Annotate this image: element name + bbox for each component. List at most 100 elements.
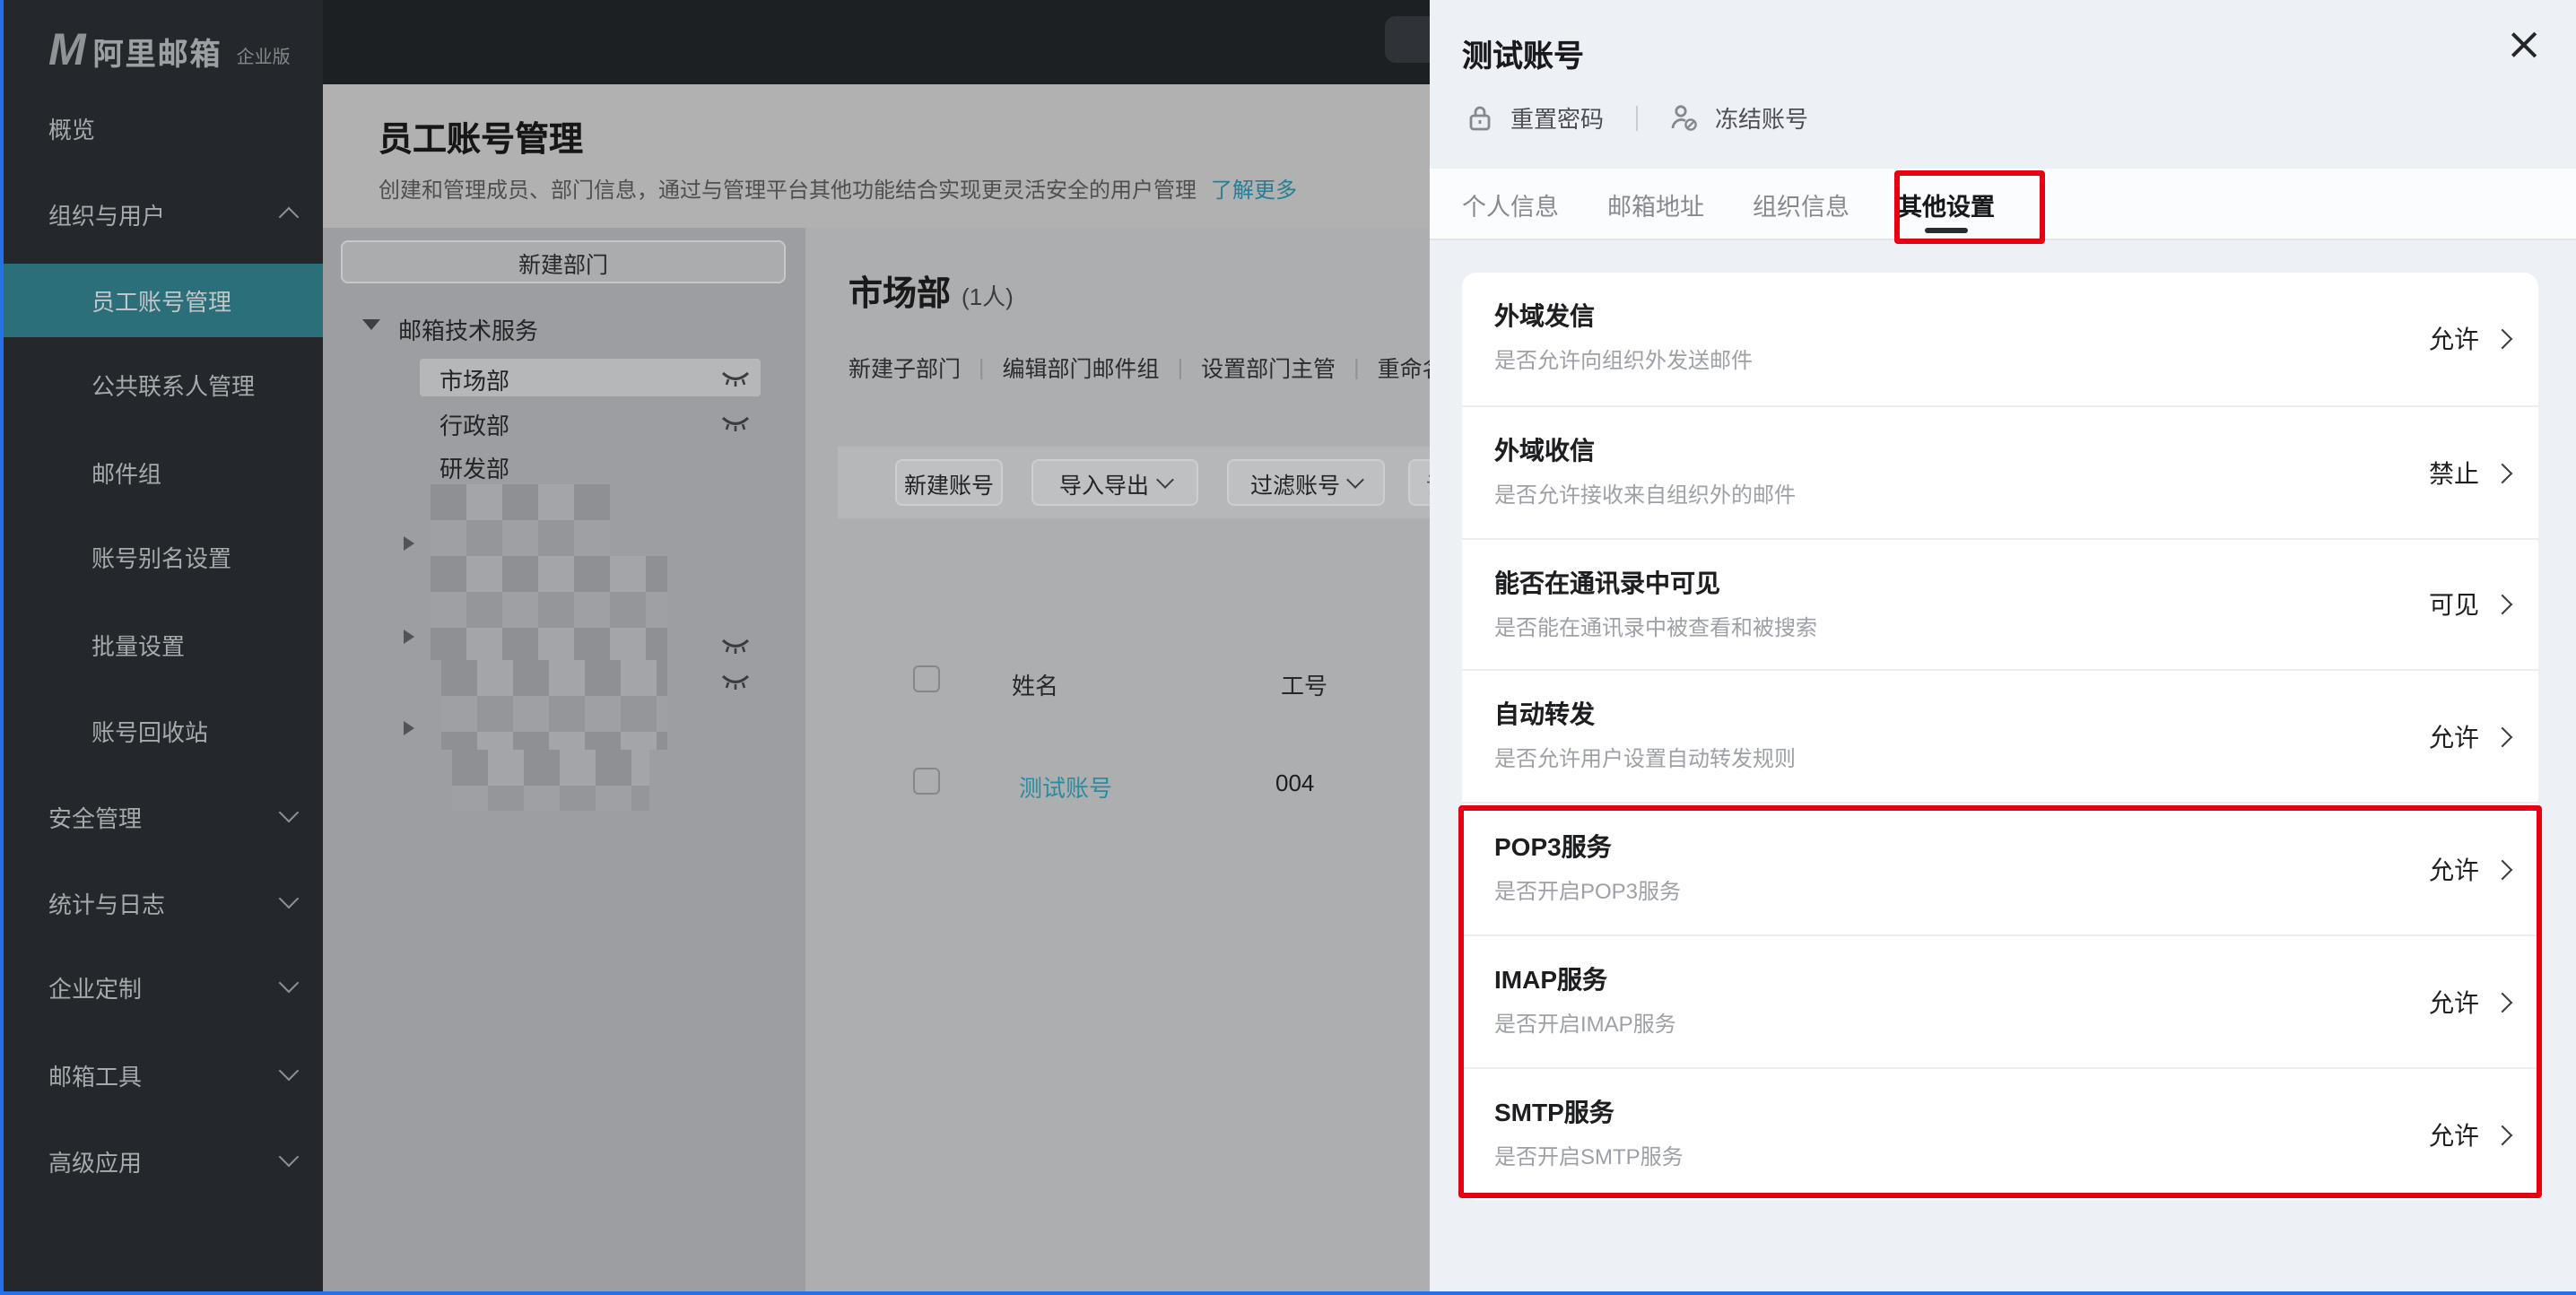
freeze-account-button[interactable]: 冻结账号 [1715, 100, 1808, 135]
page-title: 员工账号管理 [379, 113, 583, 161]
lock-icon [1467, 104, 1493, 131]
sidebar-item-overview[interactable]: 概览 [0, 95, 323, 160]
tree-node-admin[interactable]: 行政部 [439, 407, 509, 441]
account-name-link[interactable]: 测试账号 [1019, 769, 1112, 804]
separator: | [979, 354, 985, 379]
sidebar-item-batch-settings[interactable]: 批量设置 [0, 612, 323, 676]
page-subtitle-text: 创建和管理成员、部门信息，通过与管理平台其他功能结合实现更灵活安全的用户管理 [379, 178, 1197, 203]
chevron-down-icon [1346, 471, 1364, 489]
sidebar-item-label: 企业定制 [48, 969, 142, 1004]
department-detail: 市场部 (1人) 新建子部门 | 编辑部门邮件组 | 设置部门主管 | 重命名部门… [805, 228, 1430, 1295]
app-logo: M 阿里邮箱 企业版 [48, 29, 291, 74]
redacted-mosaic [431, 556, 667, 660]
department-title: 市场部 (1人) [849, 267, 1014, 316]
department-actions: 新建子部门 | 编辑部门邮件组 | 设置部门主管 | 重命名部门 [849, 350, 1430, 384]
import-export-button[interactable]: 导入导出 [1031, 459, 1198, 506]
main-content: 员工账号管理 创建和管理成员、部门信息，通过与管理平台其他功能结合实现更灵活安全… [323, 0, 1430, 1295]
row-checkbox[interactable] [913, 768, 940, 795]
tree-node-marketing[interactable]: 市场部 [439, 362, 509, 396]
sidebar-item-employee-accounts[interactable]: 员工账号管理 [0, 264, 323, 337]
tree-collapsed-icon[interactable] [404, 721, 414, 735]
sidebar-item-mail-groups[interactable]: 邮件组 [0, 439, 323, 504]
setting-value: 可见 [2429, 587, 2479, 623]
account-id-cell: 004 [1275, 769, 1314, 796]
setting-desc: 是否允许向组织外发送邮件 [1494, 344, 1753, 375]
sidebar-item-label: 统计与日志 [48, 885, 165, 919]
new-account-button[interactable]: 新建账号 [895, 459, 1003, 506]
setting-title: 外域发信 [1494, 298, 1595, 334]
setting-value-control[interactable]: 允许 [2429, 273, 2510, 405]
tree-node-rnd[interactable]: 研发部 [439, 450, 509, 484]
setting-value: 允许 [2429, 720, 2479, 756]
setting-title: 自动转发 [1494, 697, 1595, 733]
department-name: 市场部 [849, 276, 951, 314]
tree-collapsed-icon[interactable] [404, 536, 414, 551]
eye-closed-icon [721, 369, 750, 387]
redacted-mosaic [431, 484, 610, 556]
sidebar-item-label: 邮件组 [91, 455, 161, 489]
member-count: (1人) [962, 283, 1014, 310]
learn-more-link[interactable]: 了解更多 [1211, 178, 1297, 203]
sidebar-item-label: 员工账号管理 [91, 283, 231, 317]
setting-value-control[interactable]: 允许 [2429, 672, 2510, 804]
sidebar-item-enterprise-custom[interactable]: 企业定制 [0, 954, 323, 1019]
sidebar-item-security[interactable]: 安全管理 [0, 784, 323, 848]
setting-desc: 是否能在通讯录中被查看和被搜索 [1494, 611, 1817, 641]
chevron-down-icon [279, 803, 300, 823]
screen: M 阿里邮箱 企业版 概览 组织与用户 员工账号管理 公共联系人管理 邮件组 账… [0, 0, 2576, 1295]
tree-expand-icon[interactable] [362, 319, 380, 330]
setting-value: 允许 [2429, 321, 2479, 357]
set-dept-manager-link[interactable]: 设置部门主管 [1201, 350, 1336, 384]
chevron-down-icon [1155, 471, 1173, 489]
new-department-button[interactable]: 新建部门 [341, 240, 786, 283]
tab-label: 组织信息 [1753, 187, 1849, 222]
rename-dept-link[interactable]: 重命名部门 [1378, 350, 1430, 384]
chevron-right-icon [2493, 463, 2513, 483]
separator: | [1353, 354, 1360, 379]
main-topbar [323, 0, 1430, 84]
setting-row-external-receive[interactable]: 外域收信 是否允许接收来自组织外的邮件 禁止 [1462, 405, 2538, 540]
select-all-checkbox[interactable] [913, 665, 940, 692]
account-search-input[interactable]: 请 [1408, 459, 1430, 506]
tab-email-address[interactable]: 邮箱地址 [1607, 169, 1704, 240]
tab-personal-info[interactable]: 个人信息 [1462, 169, 1559, 240]
setting-desc: 是否允许用户设置自动转发规则 [1494, 743, 1796, 774]
reset-password-button[interactable]: 重置密码 [1510, 100, 1604, 135]
tab-label: 个人信息 [1462, 187, 1559, 222]
sidebar-item-alias-settings[interactable]: 账号别名设置 [0, 524, 323, 588]
setting-value: 禁止 [2429, 455, 2479, 491]
chevron-up-icon [279, 207, 300, 228]
edit-dept-mailgroup-link[interactable]: 编辑部门邮件组 [1003, 350, 1160, 384]
sidebar-item-org-users[interactable]: 组织与用户 [0, 181, 323, 246]
drawer-actions: 重置密码 冻结账号 [1467, 100, 1808, 135]
filter-account-button[interactable]: 过滤账号 [1227, 459, 1385, 506]
setting-row-auto-forward[interactable]: 自动转发 是否允许用户设置自动转发规则 允许 [1462, 670, 2538, 804]
filter-account-label: 过滤账号 [1250, 465, 1340, 500]
search-input[interactable] [1385, 16, 1430, 63]
page-header: 员工账号管理 创建和管理成员、部门信息，通过与管理平台其他功能结合实现更灵活安全… [323, 84, 1430, 228]
setting-value-control[interactable]: 禁止 [2429, 407, 2510, 540]
sidebar-item-public-contacts[interactable]: 公共联系人管理 [0, 352, 323, 416]
setting-value-control[interactable]: 可见 [2429, 539, 2510, 672]
sidebar-item-advanced-apps[interactable]: 高级应用 [0, 1128, 323, 1193]
sidebar-item-recycle-bin[interactable]: 账号回收站 [0, 698, 323, 762]
setting-row-external-send[interactable]: 外域发信 是否允许向组织外发送邮件 允许 [1462, 273, 2538, 405]
setting-row-directory-visible[interactable]: 能否在通讯录中可见 是否能在通讯录中被查看和被搜索 可见 [1462, 537, 2538, 672]
sidebar: M 阿里邮箱 企业版 概览 组织与用户 员工账号管理 公共联系人管理 邮件组 账… [0, 0, 323, 1295]
chevron-right-icon [2493, 727, 2513, 748]
page-subtitle: 创建和管理成员、部门信息，通过与管理平台其他功能结合实现更灵活安全的用户管理了解… [379, 174, 1297, 204]
sidebar-item-label: 批量设置 [91, 627, 185, 661]
new-subdept-link[interactable]: 新建子部门 [849, 350, 961, 384]
department-tree-panel: 新建部门 邮箱技术服务 市场部 行政部 研发部 [323, 228, 805, 1295]
logo-name: 阿里邮箱 [93, 29, 222, 74]
chevron-down-icon [279, 1147, 300, 1168]
close-icon[interactable] [2508, 29, 2540, 61]
tree-collapsed-icon[interactable] [404, 630, 414, 644]
sidebar-item-mail-tools[interactable]: 邮箱工具 [0, 1042, 323, 1107]
sidebar-item-label: 安全管理 [48, 799, 142, 833]
sidebar-item-stats-logs[interactable]: 统计与日志 [0, 870, 323, 934]
eye-closed-icon [721, 637, 750, 655]
divider [1636, 105, 1638, 130]
tab-org-info[interactable]: 组织信息 [1753, 169, 1849, 240]
tree-node-root[interactable]: 邮箱技术服务 [398, 312, 538, 346]
